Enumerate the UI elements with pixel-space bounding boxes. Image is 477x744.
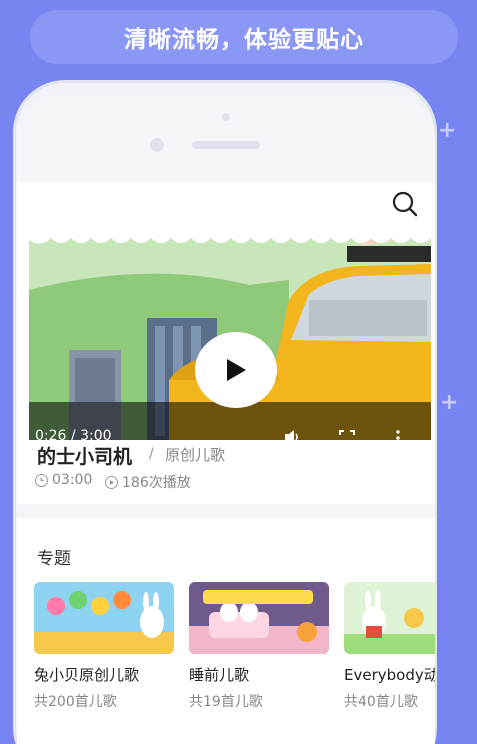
clock-icon — [35, 473, 48, 487]
song-title: 的士小司机 — [37, 446, 133, 468]
play-button[interactable] — [195, 332, 277, 408]
promo-banner: 清晰流畅，体验更贴心 — [30, 10, 458, 64]
banner-text: 清晰流畅，体验更贴心 — [124, 27, 364, 53]
topic-card[interactable]: 睡前儿歌 共19首儿歌 — [189, 582, 329, 711]
topic-thumbnail — [189, 582, 329, 654]
topic-name: 睡前儿歌 — [189, 666, 250, 684]
topic-count: 共40首儿歌 — [344, 694, 418, 710]
topic-card[interactable]: Everybody动 共40首儿歌 — [344, 582, 435, 711]
topic-count: 共200首儿歌 — [34, 694, 117, 710]
song-length: 03:00 — [35, 472, 92, 488]
video-player[interactable]: 0:26 / 3:00 — [29, 230, 431, 440]
fullscreen-icon[interactable] — [339, 430, 355, 440]
current-time: 0:26 — [35, 428, 67, 440]
song-category: 原创儿歌 — [165, 446, 226, 464]
topic-name: 兔小贝原创儿歌 — [34, 666, 140, 684]
time-separator: / — [66, 428, 81, 440]
title-separator: / — [149, 446, 154, 462]
sparkle-plus-icon: + — [440, 390, 459, 415]
playback-time: 0:26 / 3:00 — [35, 428, 112, 440]
volume-icon[interactable] — [283, 428, 301, 440]
phone-camera — [150, 138, 164, 152]
length-text: 03:00 — [52, 472, 93, 488]
phone-speaker — [192, 141, 260, 149]
play-count: 186次播放 — [105, 472, 191, 492]
phone-sensor — [222, 113, 230, 121]
topic-name: Everybody动 — [344, 666, 435, 684]
topic-count: 共19首儿歌 — [189, 694, 263, 710]
topics-heading: 专题 — [37, 549, 71, 569]
total-duration: 3:00 — [80, 428, 112, 440]
topic-thumbnail — [344, 582, 435, 654]
section-divider — [17, 504, 435, 518]
play-count-text: 186次播放 — [122, 475, 191, 491]
more-options-icon[interactable] — [395, 430, 401, 440]
app-screen: 0:26 / 3:00 的士小司机 / 原创儿歌 03:00 186次播放 专题 — [17, 182, 435, 744]
play-count-icon — [105, 475, 118, 489]
play-icon — [227, 359, 246, 381]
search-icon[interactable] — [391, 190, 419, 218]
scalloped-edge — [29, 230, 431, 244]
topic-card[interactable]: 兔小贝原创儿歌 共200首儿歌 — [34, 582, 174, 711]
sparkle-plus-icon: + — [438, 118, 457, 143]
topic-thumbnail — [34, 582, 174, 654]
